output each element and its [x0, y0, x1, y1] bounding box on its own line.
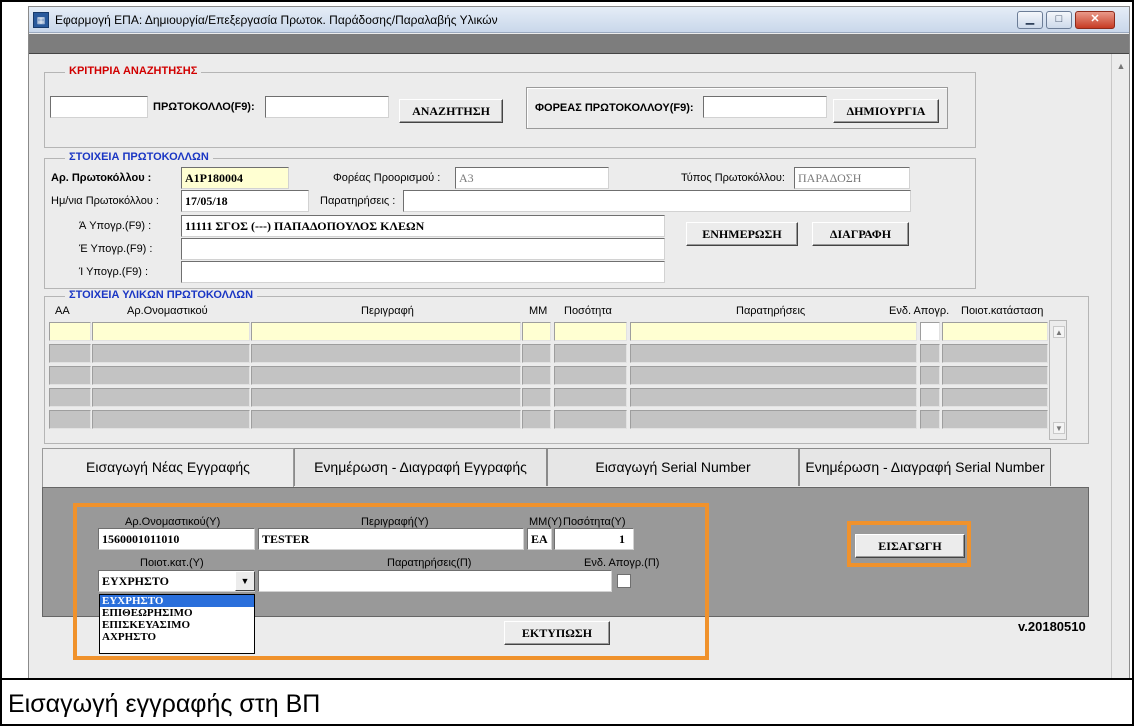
app-icon: ▦ [33, 12, 49, 28]
scroll-up-icon[interactable]: ▲ [1115, 60, 1127, 72]
column-header-code: Αρ.Ονομαστικού [127, 305, 208, 317]
grid-cell[interactable] [522, 366, 551, 385]
column-header-description: Περιγραφή [361, 305, 414, 317]
items-legend: ΣΤΟΙΧΕΙΑ ΥΛΙΚΩΝ ΠΡΩΤΟΚΟΛΛΩΝ [65, 289, 258, 301]
caption-row: Εισαγωγή εγγραφής στη ΒΠ [2, 678, 1134, 728]
tab-serial-number[interactable]: Εισαγωγή Serial Number [547, 448, 799, 486]
grid-scroll-down-icon[interactable]: ▼ [1053, 422, 1065, 434]
app-window: ▦ Εφαρμογή ΕΠΑ: Δημιουργία/Επεξεργασία Π… [28, 6, 1130, 679]
grid-cell[interactable] [630, 366, 917, 385]
signature-b-label: Έ Υπογρ.(F9) : [79, 243, 153, 255]
grid-cell[interactable] [251, 344, 521, 363]
grid-scroll-up-icon[interactable]: ▲ [1053, 326, 1065, 338]
grid-cell[interactable] [522, 410, 551, 429]
column-header-quantity: Ποσότητα [564, 305, 612, 317]
signature-c-field[interactable] [181, 261, 665, 283]
search-criteria-legend: ΚΡΙΤΗΡΙΑ ΑΝΑΖΗΤΗΣΗΣ [65, 65, 202, 77]
grid-cell[interactable] [630, 410, 917, 429]
protocol-date-field[interactable]: 17/05/18 [181, 190, 309, 212]
grid-cell[interactable] [554, 410, 627, 429]
protocol-number-label: Αρ. Πρωτοκόλλου : [51, 172, 152, 184]
figure-caption: Εισαγωγή εγγραφής στη ΒΠ [8, 690, 321, 718]
grid-cell[interactable] [522, 344, 551, 363]
create-button[interactable]: ΔΗΜΙΟΥΡΓΙΑ [833, 99, 939, 123]
grid-cell[interactable] [522, 322, 551, 341]
protocol-type-label: Τύπος Πρωτοκόλλου: [681, 172, 785, 184]
destination-label: Φορέας Προορισμού : [333, 172, 441, 184]
insert-button-highlight [847, 521, 971, 567]
grid-cell[interactable] [942, 410, 1048, 429]
update-button[interactable]: ΕΝΗΜΕΡΩΣΗ [686, 222, 798, 246]
grid-cell[interactable] [630, 344, 917, 363]
grid-cell[interactable] [92, 322, 250, 341]
minimize-button[interactable]: ▁ [1017, 11, 1043, 29]
window-scrollbar[interactable]: ▲ [1111, 54, 1129, 678]
grid-cell[interactable] [49, 366, 91, 385]
signature-b-field[interactable] [181, 238, 665, 260]
signature-a-field[interactable]: 11111 ΣΓΟΣ (---) ΠΑΠΑΔΟΠΟΥΛΟΣ ΚΛΕΩΝ [181, 215, 665, 237]
signature-c-label: Ί Υπογρ.(F9) : [79, 266, 149, 278]
tab-new-entry[interactable]: Εισαγωγή Νέας Εγγραφής [42, 448, 294, 488]
items-grid-scrollbar[interactable]: ▲ ▼ [1049, 320, 1067, 440]
grid-cell[interactable] [92, 388, 250, 407]
grid-cell[interactable] [49, 322, 91, 341]
grid-cell[interactable] [920, 388, 940, 407]
grid-cell[interactable] [554, 388, 627, 407]
grid-cell[interactable] [522, 388, 551, 407]
grid-cell[interactable] [920, 410, 940, 429]
grid-cell[interactable] [49, 388, 91, 407]
grid-cell[interactable] [49, 410, 91, 429]
protocol-search-label: ΠΡΩΤΟΚΟΛΛΟ(F9): [153, 101, 255, 113]
protocol-details-legend: ΣΤΟΙΧΕΙΑ ΠΡΩΤΟΚΟΛΛΩΝ [65, 151, 213, 163]
notes-label: Παρατηρήσεις : [320, 195, 396, 207]
signature-a-label: Ά Υπογρ.(F9) : [79, 220, 152, 232]
grid-cell[interactable] [554, 344, 627, 363]
search-button[interactable]: ΑΝΑΖΗΤΗΣΗ [399, 99, 503, 123]
destination-field[interactable]: Α3 [455, 167, 609, 189]
maximize-button[interactable]: □ [1046, 11, 1072, 29]
protocol-number-field[interactable]: Α1Ρ180004 [181, 167, 289, 189]
entry-form-highlight [73, 503, 709, 660]
column-header-unit: ΜΜ [529, 305, 548, 317]
window-title: Εφαρμογή ΕΠΑ: Δημιουργία/Επεξεργασία Πρω… [55, 13, 498, 27]
grid-cell[interactable] [942, 388, 1048, 407]
carrier-input[interactable] [703, 96, 827, 118]
protocol-search-input[interactable] [265, 96, 389, 118]
tab-update-delete-serial[interactable]: Ενημέρωση - Διαγραφή Serial Number [799, 448, 1051, 486]
protocol-date-label: Ημ/νια Πρωτοκόλλου : [51, 195, 159, 207]
grid-cell[interactable] [920, 366, 940, 385]
tab-update-delete-entry[interactable]: Ενημέρωση - Διαγραφή Εγγραφής [294, 448, 547, 486]
delete-button[interactable]: ΔΙΑΓΡΑΦΗ [812, 222, 909, 246]
grid-cell[interactable] [251, 322, 521, 341]
title-bar: ▦ Εφαρμογή ΕΠΑ: Δημιουργία/Επεξεργασία Π… [29, 7, 1129, 33]
menu-bar [29, 34, 1129, 54]
grid-cell[interactable] [942, 322, 1048, 341]
grid-cell[interactable] [49, 344, 91, 363]
grid-cell[interactable] [92, 344, 250, 363]
grid-cell[interactable] [554, 366, 627, 385]
column-header-remarks: Παρατηρήσεις [736, 305, 806, 317]
protocol-type-field[interactable]: ΠΑΡΑΔΟΣΗ [794, 167, 910, 189]
notes-field[interactable] [403, 190, 911, 212]
search-prefix-input[interactable] [50, 96, 148, 118]
grid-cell[interactable] [92, 366, 250, 385]
grid-cell[interactable] [630, 322, 917, 341]
grid-cell[interactable] [251, 410, 521, 429]
grid-cell[interactable] [942, 366, 1048, 385]
document-frame: ▦ Εφαρμογή ΕΠΑ: Δημιουργία/Επεξεργασία Π… [0, 0, 1134, 726]
grid-cell[interactable] [251, 388, 521, 407]
carrier-label: ΦΟΡΕΑΣ ΠΡΩΤΟΚΟΛΛΟΥ(F9): [535, 102, 694, 114]
grid-cell[interactable] [630, 388, 917, 407]
close-button[interactable]: ✕ [1075, 11, 1115, 29]
grid-cell[interactable] [920, 322, 940, 341]
column-header-quality: Ποιοτ.κατάσταση [961, 305, 1044, 317]
version-label: v.20180510 [1018, 619, 1086, 634]
grid-cell[interactable] [92, 410, 250, 429]
grid-cell[interactable] [251, 366, 521, 385]
grid-cell[interactable] [920, 344, 940, 363]
column-header-inventory: Ενδ. Απογρ. [889, 305, 950, 317]
grid-cell[interactable] [942, 344, 1048, 363]
column-header-aa: ΑΑ [55, 305, 70, 317]
grid-cell[interactable] [554, 322, 627, 341]
